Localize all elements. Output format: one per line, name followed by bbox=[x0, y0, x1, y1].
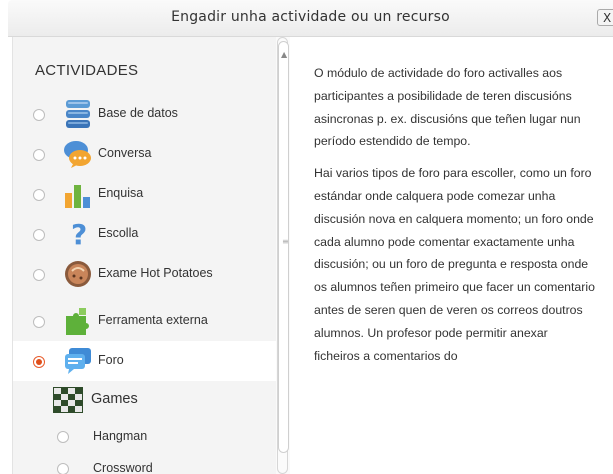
option-crossword[interactable]: Crossword bbox=[13, 453, 276, 474]
radio-button[interactable] bbox=[33, 189, 45, 201]
option-label: Hangman bbox=[93, 429, 148, 443]
survey-chart-icon bbox=[65, 185, 90, 208]
radio-button[interactable] bbox=[57, 431, 69, 443]
option-label: Foro bbox=[98, 353, 124, 367]
option-label: Ferramenta externa bbox=[98, 313, 208, 327]
scrollbar-thumb[interactable]: ▲ ≡ bbox=[278, 41, 289, 453]
description-paragraph: Hai varios tipos de foro para escoller, … bbox=[314, 166, 595, 363]
games-icon bbox=[53, 387, 83, 413]
option-external-tool[interactable]: Ferramenta externa bbox=[13, 301, 276, 341]
option-survey[interactable]: Enquisa bbox=[13, 174, 276, 214]
option-label: Conversa bbox=[98, 146, 152, 160]
option-database[interactable]: Base de datos bbox=[13, 94, 276, 134]
svg-text:?: ? bbox=[71, 219, 87, 249]
activities-list-panel: ACTIVIDADES Base de datos Conversa Enqui… bbox=[12, 37, 276, 474]
group-label: Games bbox=[91, 391, 138, 407]
group-games: Games bbox=[13, 381, 276, 421]
add-activity-dialog: Engadir unha actividade ou un recurso X … bbox=[0, 0, 613, 474]
section-heading-activities: ACTIVIDADES bbox=[35, 62, 139, 79]
scroll-grip-icon: ≡ bbox=[282, 237, 289, 246]
activity-description: O módulo de actividade do foro activalle… bbox=[314, 62, 596, 376]
forum-icon bbox=[65, 348, 91, 374]
option-hangman[interactable]: Hangman bbox=[13, 421, 276, 451]
radio-button[interactable] bbox=[33, 269, 45, 281]
scroll-up-arrow-icon: ▲ bbox=[281, 50, 288, 59]
option-choice[interactable]: ? Escolla bbox=[13, 214, 276, 254]
radio-button[interactable] bbox=[33, 316, 45, 328]
dialog-title: Engadir unha actividade ou un recurso bbox=[171, 9, 450, 25]
radio-button[interactable] bbox=[33, 109, 45, 121]
radio-button[interactable] bbox=[33, 229, 45, 241]
description-paragraph: O módulo de actividade do foro activalle… bbox=[314, 66, 581, 149]
chat-icon bbox=[64, 141, 91, 168]
radio-button-checked[interactable] bbox=[33, 356, 45, 368]
puzzle-piece-icon bbox=[66, 308, 89, 335]
hot-potatoes-icon bbox=[65, 261, 91, 287]
option-label: Exame Hot Potatoes bbox=[98, 266, 213, 280]
list-scrollbar[interactable]: ▲ ≡ bbox=[276, 37, 290, 474]
option-chat[interactable]: Conversa bbox=[13, 134, 276, 174]
option-label: Crossword bbox=[93, 461, 153, 474]
question-mark-icon: ? bbox=[71, 219, 87, 249]
option-label: Escolla bbox=[98, 226, 139, 240]
close-button[interactable]: X bbox=[597, 9, 613, 26]
radio-button[interactable] bbox=[33, 149, 45, 161]
option-hot-potatoes[interactable]: Exame Hot Potatoes bbox=[13, 254, 276, 294]
radio-button[interactable] bbox=[57, 463, 69, 474]
scrollbar-track[interactable]: ▲ ≡ bbox=[277, 37, 289, 474]
option-label: Enquisa bbox=[98, 186, 144, 200]
option-forum[interactable]: Foro bbox=[13, 341, 276, 381]
database-icon bbox=[66, 100, 90, 128]
option-label: Base de datos bbox=[98, 106, 178, 120]
dialog-titlebar: Engadir unha actividade ou un recurso X bbox=[8, 0, 613, 37]
